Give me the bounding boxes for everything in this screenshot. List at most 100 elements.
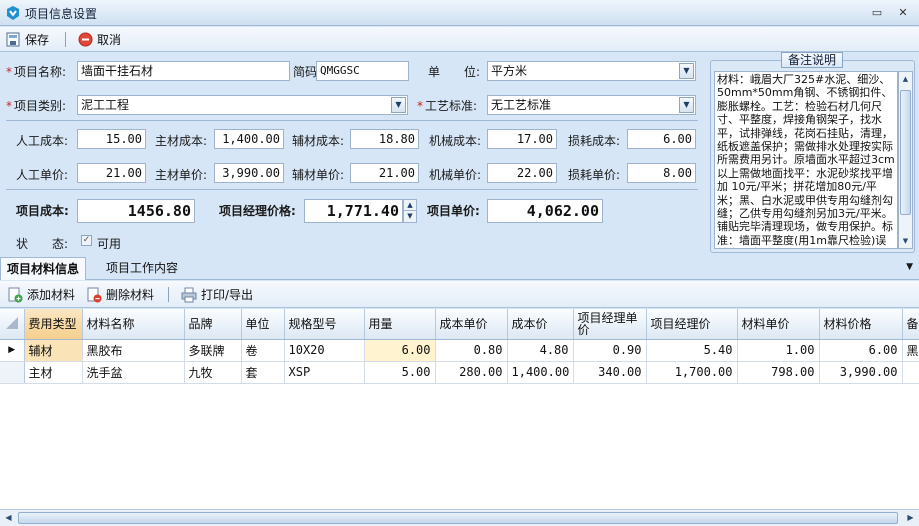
unit-price-label: 项目单价: xyxy=(427,204,480,218)
save-button[interactable]: 保存 xyxy=(6,30,49,49)
save-icon xyxy=(6,32,20,47)
cell-manager[interactable]: 1,700.00 xyxy=(646,361,738,384)
chevron-down-icon[interactable]: ▼ xyxy=(391,97,406,113)
abbr-field[interactable]: QMGGSC xyxy=(316,61,409,81)
col-header-manager[interactable]: 项目经理价 xyxy=(646,309,738,340)
scroll-down-icon[interactable]: ▼ xyxy=(899,234,912,248)
loss-cost-field[interactable]: 6.00 xyxy=(627,129,696,149)
cell-brand[interactable]: 九牧 xyxy=(184,361,242,384)
tab-menu-icon[interactable]: ▼ xyxy=(906,262,913,272)
cell-material-price[interactable]: 6.00 xyxy=(819,339,903,362)
print-export-button[interactable]: 打印/导出 xyxy=(181,285,253,304)
select-all-icon[interactable] xyxy=(4,315,20,331)
name-label: * 项目名称: xyxy=(6,65,67,79)
table-row[interactable]: 主材 洗手盆 九牧 套 XSP 5.00 280.00 1,400.00 340… xyxy=(0,361,919,384)
status-checkbox[interactable]: ✓ xyxy=(81,235,92,246)
close-icon[interactable]: ✕ xyxy=(896,6,910,20)
category-select[interactable]: 泥工工程 ▼ xyxy=(77,95,408,115)
loss-price-field[interactable]: 8.00 xyxy=(627,163,696,183)
cell-brand[interactable]: 多联牌 xyxy=(184,339,242,362)
cell-spec[interactable]: 10X20 xyxy=(284,339,365,362)
unit-value: 平方米 xyxy=(491,64,528,78)
chevron-down-icon[interactable]: ▼ xyxy=(679,97,694,113)
chevron-down-icon[interactable]: ▼ xyxy=(679,63,694,79)
spin-down-icon[interactable]: ▼ xyxy=(404,211,416,222)
cell-cost[interactable]: 4.80 xyxy=(507,339,574,362)
col-header-material-price[interactable]: 材料价格 xyxy=(819,309,903,340)
scroll-right-icon[interactable]: ▶ xyxy=(903,511,918,525)
col-header-spec[interactable]: 规格型号 xyxy=(284,309,365,340)
craft-select[interactable]: 无工艺标准 ▼ xyxy=(487,95,696,115)
labor-cost-field[interactable]: 15.00 xyxy=(77,129,146,149)
cancel-button[interactable]: 取消 xyxy=(78,30,121,49)
cell-note[interactable] xyxy=(902,361,919,384)
cell-note[interactable]: 黑 xyxy=(902,339,919,362)
tab-material-info[interactable]: 项目材料信息 xyxy=(0,257,87,280)
col-header-note[interactable]: 备 xyxy=(902,309,919,340)
col-header-unit[interactable]: 单位 xyxy=(241,309,285,340)
grid-hscrollbar[interactable]: ◀ ▶ xyxy=(0,509,919,526)
cell-material-unit[interactable]: 798.00 xyxy=(737,361,820,384)
remarks-scrollbar[interactable]: ▲ ▼ xyxy=(898,71,913,249)
aux-cost-field[interactable]: 18.80 xyxy=(350,129,419,149)
cell-type[interactable]: 辅材 xyxy=(24,339,83,362)
delete-material-button[interactable]: 删除材料 xyxy=(86,285,154,304)
cell-cost[interactable]: 1,400.00 xyxy=(507,361,574,384)
tab-work-content[interactable]: 项目工作内容 xyxy=(100,257,184,280)
material-cost-field[interactable]: 1,400.00 xyxy=(214,129,284,149)
minimize-icon[interactable]: ▭ xyxy=(870,6,884,20)
manager-price-field[interactable]: 1,771.40 xyxy=(304,199,403,223)
labor-cost-label: 人工成本: xyxy=(16,134,69,148)
col-header-cost[interactable]: 成本价 xyxy=(507,309,574,340)
cell-name[interactable]: 黑胶布 xyxy=(82,339,185,362)
col-header-type[interactable]: 费用类型 xyxy=(24,309,83,340)
col-header-cost-unit[interactable]: 成本单价 xyxy=(435,309,508,340)
project-name-field[interactable]: 墙面干挂石材 xyxy=(77,61,290,81)
unit-label: 单 位: xyxy=(428,65,481,79)
col-header-qty[interactable]: 用量 xyxy=(364,309,436,340)
aux-price-field[interactable]: 21.00 xyxy=(350,163,419,183)
col-header-brand[interactable]: 品牌 xyxy=(184,309,242,340)
cancel-icon xyxy=(78,32,93,47)
material-price-label: 主材单价: xyxy=(155,168,208,182)
cell-material-unit[interactable]: 1.00 xyxy=(737,339,820,362)
cell-unit[interactable]: 套 xyxy=(241,361,285,384)
remarks-textarea[interactable]: 材料：峨眉大厂325#水泥、细沙、50mm*50mm角钢、不锈钢扣件、膨胀螺栓。… xyxy=(714,71,898,249)
cell-manager[interactable]: 5.40 xyxy=(646,339,738,362)
scroll-up-icon[interactable]: ▲ xyxy=(899,72,912,86)
row-header[interactable] xyxy=(0,361,25,384)
cell-spec[interactable]: XSP xyxy=(284,361,365,384)
row-pointer-icon[interactable]: ▶ xyxy=(0,339,25,362)
cell-cost-unit[interactable]: 280.00 xyxy=(435,361,508,384)
col-header-manager-unit[interactable]: 项目经理单价 xyxy=(573,309,647,340)
project-cost-field[interactable]: 1456.80 xyxy=(77,199,195,223)
cell-manager-unit[interactable]: 0.90 xyxy=(573,339,647,362)
delete-doc-icon xyxy=(87,287,102,302)
cell-qty[interactable]: 5.00 xyxy=(364,361,436,384)
col-header-name[interactable]: 材料名称 xyxy=(82,309,185,340)
unit-select[interactable]: 平方米 ▼ xyxy=(487,61,696,81)
cell-qty[interactable]: 6.00 xyxy=(364,339,436,362)
cell-material-price[interactable]: 3,990.00 xyxy=(819,361,903,384)
material-price-field[interactable]: 3,990.00 xyxy=(214,163,284,183)
add-doc-icon xyxy=(8,287,23,302)
manager-price-spinner[interactable]: ▲ ▼ xyxy=(403,199,417,223)
unit-price-field[interactable]: 4,062.00 xyxy=(487,199,603,223)
col-header-material-unit[interactable]: 材料单价 xyxy=(737,309,820,340)
machine-price-field[interactable]: 22.00 xyxy=(487,163,557,183)
spin-up-icon[interactable]: ▲ xyxy=(404,200,416,211)
category-label: * 项目类别: xyxy=(6,99,67,113)
scroll-thumb[interactable] xyxy=(900,90,911,215)
add-material-button[interactable]: 添加材料 xyxy=(7,285,75,304)
cell-name[interactable]: 洗手盆 xyxy=(82,361,185,384)
cell-unit[interactable]: 卷 xyxy=(241,339,285,362)
scroll-thumb[interactable] xyxy=(18,512,898,524)
machine-cost-field[interactable]: 17.00 xyxy=(487,129,557,149)
cell-manager-unit[interactable]: 340.00 xyxy=(573,361,647,384)
labor-price-field[interactable]: 21.00 xyxy=(77,163,146,183)
cell-cost-unit[interactable]: 0.80 xyxy=(435,339,508,362)
category-value: 泥工工程 xyxy=(81,98,130,112)
cell-type[interactable]: 主材 xyxy=(24,361,83,384)
table-row[interactable]: ▶ 辅材 黑胶布 多联牌 卷 10X20 6.00 0.80 4.80 0.90… xyxy=(0,339,919,362)
scroll-left-icon[interactable]: ◀ xyxy=(1,511,16,525)
